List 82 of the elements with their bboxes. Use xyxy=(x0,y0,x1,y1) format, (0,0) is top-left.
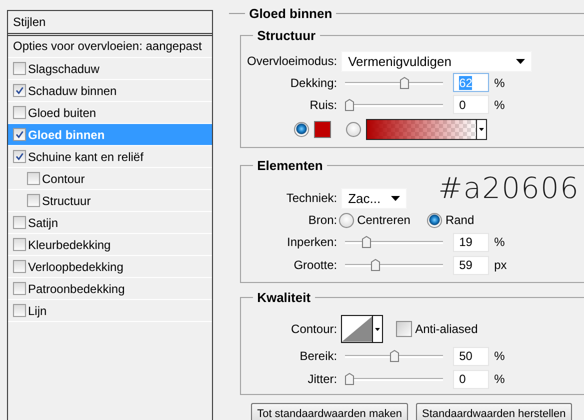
contour-picker[interactable] xyxy=(341,315,384,343)
field-label: Inperken: xyxy=(287,235,338,249)
color-swatch[interactable] xyxy=(314,120,332,138)
blend-options-item[interactable]: Opties voor overvloeien: aangepast xyxy=(8,36,212,58)
unit-label: % xyxy=(494,98,505,112)
slider-track[interactable] xyxy=(345,259,444,271)
caret-icon xyxy=(375,328,380,330)
slider-track[interactable] xyxy=(345,98,444,110)
field-label: Bereik: xyxy=(300,349,338,363)
slider-track[interactable] xyxy=(345,373,444,385)
checkbox[interactable] xyxy=(13,238,26,251)
field-label: Dekking: xyxy=(290,76,338,90)
slider-track[interactable] xyxy=(345,76,444,88)
radio-label[interactable]: Centreren xyxy=(357,213,410,227)
dialog-button[interactable]: Tot standaardwaarden maken xyxy=(251,403,408,420)
slider-thumb[interactable] xyxy=(400,76,410,88)
radio-button[interactable] xyxy=(427,212,442,228)
checkbox[interactable] xyxy=(13,150,26,163)
value-field[interactable]: 59 xyxy=(453,256,490,274)
slider-track[interactable] xyxy=(345,350,444,362)
checkbox[interactable] xyxy=(13,106,26,119)
section-title: Gloed binnen xyxy=(248,6,334,20)
checkbox[interactable] xyxy=(396,321,412,337)
checkbox[interactable] xyxy=(13,128,26,141)
value-field[interactable]: 0 xyxy=(453,370,490,388)
field-label: Ruis: xyxy=(310,98,338,112)
slider-thumb[interactable] xyxy=(345,98,354,110)
group-title: Elementen xyxy=(256,158,324,173)
style-item[interactable]: Kleurbedekking xyxy=(8,234,212,256)
style-item[interactable]: Lijn xyxy=(8,300,212,322)
style-item[interactable]: Slagschaduw xyxy=(8,58,212,80)
checkbox[interactable] xyxy=(13,304,26,317)
value-field[interactable]: 19 xyxy=(453,232,490,252)
unit-label: % xyxy=(494,372,505,386)
checkbox[interactable] xyxy=(27,172,40,185)
style-item[interactable]: Patroonbedekking xyxy=(8,278,212,300)
field-label: Bron: xyxy=(308,213,338,227)
annotation-text: #a20606 xyxy=(438,171,580,205)
radio-button[interactable] xyxy=(339,212,354,228)
contour-curve-icon xyxy=(342,316,372,342)
style-item[interactable]: Verloopbedekking xyxy=(8,256,212,278)
dialog-button[interactable]: Standaardwaarden herstellen xyxy=(416,403,572,420)
caret-icon xyxy=(516,58,526,64)
group-title: Structuur xyxy=(256,28,317,43)
radio-button[interactable] xyxy=(294,122,310,136)
checkbox[interactable] xyxy=(13,282,26,295)
gradient-picker[interactable] xyxy=(366,118,488,140)
checkbox-label[interactable]: Anti-aliased xyxy=(415,322,478,336)
unit-label: px xyxy=(494,258,507,272)
unit-label: % xyxy=(494,76,505,90)
style-item[interactable]: Schuine kant en reliëf xyxy=(8,146,212,168)
slider-thumb[interactable] xyxy=(370,259,380,271)
slider-thumb[interactable] xyxy=(390,350,399,362)
checkbox[interactable] xyxy=(13,216,26,229)
unit-label: % xyxy=(494,349,505,363)
list-header: Stijlen xyxy=(8,11,212,36)
group-title: Kwaliteit xyxy=(256,290,312,305)
unit-label: % xyxy=(494,235,505,249)
style-item[interactable]: Structuur xyxy=(8,190,212,212)
field-label: Grootte: xyxy=(294,258,338,272)
blend-mode-dropdown[interactable]: Vermenigvuldigen xyxy=(341,50,532,72)
slider-track[interactable] xyxy=(345,236,444,248)
radio-label[interactable]: Rand xyxy=(445,213,474,227)
checkbox[interactable] xyxy=(13,62,26,75)
value-field[interactable]: 0 xyxy=(453,95,490,114)
style-item[interactable]: Schaduw binnen xyxy=(8,80,212,102)
field-label: Jitter: xyxy=(308,372,338,386)
checkbox[interactable] xyxy=(27,194,40,207)
field-label: Techniek: xyxy=(286,191,338,205)
caret-icon xyxy=(479,128,484,130)
value-field[interactable]: 50 xyxy=(453,346,490,366)
checkbox[interactable] xyxy=(13,260,26,273)
style-item[interactable]: Contour xyxy=(8,168,212,190)
slider-thumb[interactable] xyxy=(362,236,371,248)
field-label: Overvloeimodus: xyxy=(247,54,338,68)
slider-thumb[interactable] xyxy=(345,373,354,385)
style-item[interactable]: Satijn xyxy=(8,212,212,234)
caret-icon xyxy=(391,196,400,200)
radio-button[interactable] xyxy=(346,122,362,136)
technique-dropdown[interactable]: Zac... xyxy=(341,188,408,208)
field-label: Contour: xyxy=(291,322,338,336)
checkbox[interactable] xyxy=(13,84,26,97)
